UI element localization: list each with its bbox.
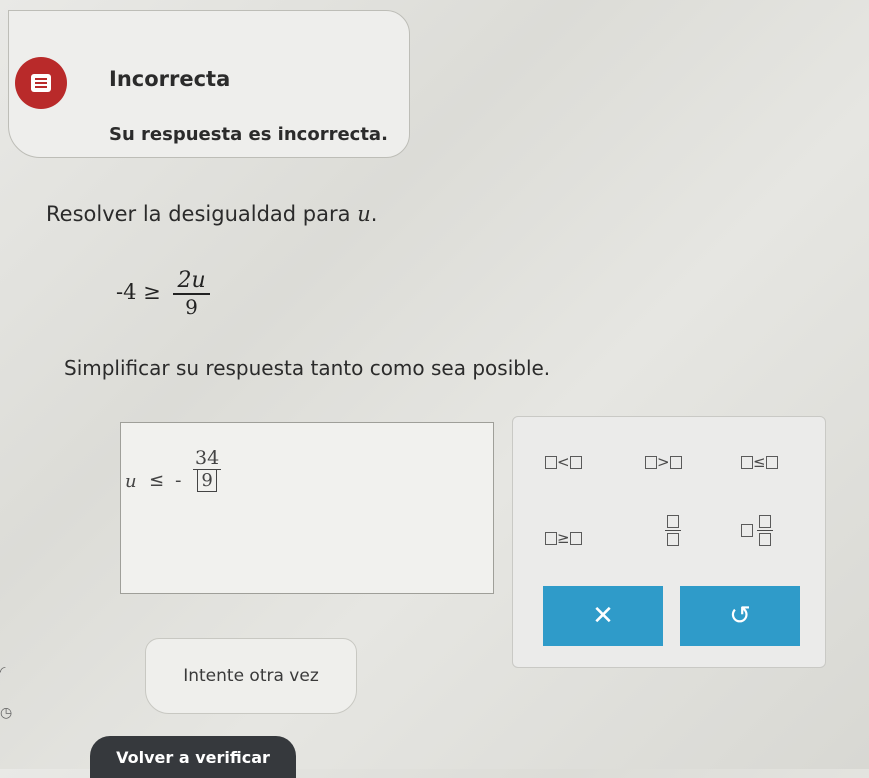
undo-button[interactable]: ↺ xyxy=(680,586,800,646)
less-equal-button[interactable]: ≤ xyxy=(741,453,778,471)
undo-icon: ↺ xyxy=(729,601,751,631)
less-equal-symbol: ≤ xyxy=(753,453,766,471)
prompt-variable: u xyxy=(357,202,371,226)
instruction-text: Simplificar su respuesta tanto como sea … xyxy=(64,356,551,380)
greater-equal-symbol: ≥ xyxy=(557,529,570,547)
inequality-expression: -4 ≥ 2u 9 xyxy=(116,268,210,319)
feedback-panel: Incorrecta Su respuesta es incorrecta. xyxy=(8,10,410,158)
clear-button[interactable]: ✕ xyxy=(543,586,663,646)
clock-icon: ◷ xyxy=(0,705,13,721)
question-prompt: Resolver la desigualdad para u. xyxy=(46,202,377,226)
prompt-end: . xyxy=(370,202,378,226)
inequality-fraction: 2u 9 xyxy=(173,268,210,319)
close-icon: ✕ xyxy=(592,601,614,631)
inequality-lhs: -4 xyxy=(116,280,137,304)
check-label: Volver a verificar xyxy=(116,747,270,767)
greater-than-symbol: > xyxy=(657,453,670,471)
fraction-numerator: 2u xyxy=(173,268,210,295)
answer-denominator[interactable]: 9 xyxy=(197,470,218,492)
answer-input[interactable]: u ≤ - 34 9 xyxy=(120,422,494,594)
check-button[interactable]: Volver a verificar xyxy=(90,736,296,778)
document-icon xyxy=(15,57,67,109)
mixed-number-button[interactable] xyxy=(741,515,773,546)
answer-fraction[interactable]: 34 9 xyxy=(193,447,222,492)
feedback-title: Incorrecta xyxy=(109,67,231,91)
answer-sign: - xyxy=(175,470,182,491)
greater-than-button[interactable]: > xyxy=(645,453,682,471)
inequality-relation: ≥ xyxy=(143,280,161,304)
less-than-button[interactable]: < xyxy=(545,453,582,471)
greater-equal-button[interactable]: ≥ xyxy=(545,529,582,547)
fraction-button[interactable] xyxy=(665,515,681,546)
fraction-denominator: 9 xyxy=(185,295,198,319)
answer-numerator[interactable]: 34 xyxy=(193,447,222,470)
feedback-message: Su respuesta es incorrecta. xyxy=(109,124,388,145)
retry-label: Intente otra vez xyxy=(183,666,319,686)
less-than-symbol: < xyxy=(557,453,570,471)
side-arc-icon: ◜ xyxy=(0,664,6,680)
answer-variable: u xyxy=(125,471,137,492)
retry-button[interactable]: Intente otra vez xyxy=(145,638,357,714)
answer-relation: ≤ xyxy=(149,470,165,491)
prompt-text: Resolver la desigualdad para xyxy=(46,202,358,226)
